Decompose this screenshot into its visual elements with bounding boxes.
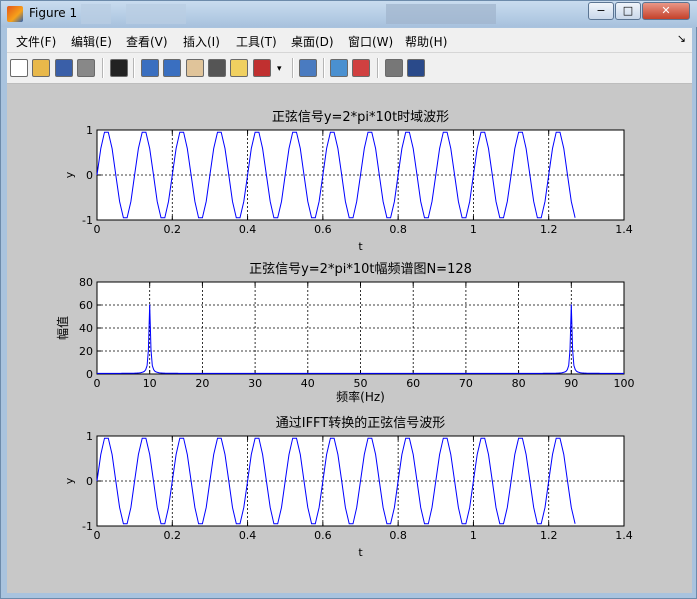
x-tick-label: 1 (470, 529, 477, 542)
x-tick-label: 0 (94, 377, 101, 390)
y-axis-label: 幅值 (55, 316, 70, 340)
x-axis-label: 频率(Hz) (336, 389, 385, 404)
toolbar-separator (377, 58, 379, 78)
menu-help[interactable]: 帮助(H) (405, 33, 447, 50)
y-tick-label: 40 (79, 322, 93, 335)
zoom-in-icon[interactable] (141, 59, 159, 77)
menu-edit[interactable]: 编辑(E) (71, 33, 112, 50)
hide-plot-tools-icon[interactable] (385, 59, 403, 77)
edit-plot-arrow-icon[interactable] (110, 59, 128, 77)
save-icon[interactable] (55, 59, 73, 77)
x-tick-label: 40 (301, 377, 315, 390)
chart-title: 通过IFFT转换的正弦信号波形 (276, 415, 446, 431)
y-tick-label: -1 (82, 214, 93, 227)
x-axis-label: t (358, 546, 363, 559)
taskbar-blur (126, 4, 186, 24)
x-tick-label: 0.2 (164, 223, 182, 236)
y-axis-label: y (63, 171, 76, 178)
y-tick-label: 0 (86, 475, 93, 488)
chart-title: 正弦信号y=2*pi*10t时域波形 (272, 109, 449, 125)
maximize-button[interactable]: □ (615, 2, 641, 20)
zoom-out-icon[interactable] (163, 59, 181, 77)
x-tick-label: 60 (406, 377, 420, 390)
taskbar-blur (386, 4, 496, 24)
data-cursor-icon[interactable] (230, 59, 248, 77)
menu-view[interactable]: 查看(V) (126, 33, 168, 50)
pan-hand-icon[interactable] (186, 59, 204, 77)
link-plot-icon[interactable] (299, 59, 317, 77)
rotate-3d-icon[interactable] (208, 59, 226, 77)
toolbar-separator (292, 58, 294, 78)
new-figure-icon[interactable] (10, 59, 28, 77)
x-tick-label: 1.4 (615, 529, 633, 542)
x-tick-label: 50 (354, 377, 368, 390)
figure-toolbar: ▾ (7, 53, 692, 84)
y-tick-label: 1 (86, 124, 93, 137)
show-plot-tools-icon[interactable] (407, 59, 425, 77)
toolbar-separator (102, 58, 104, 78)
menu-bar: 文件(F) 编辑(E) 查看(V) 插入(I) 工具(T) 桌面(D) 窗口(W… (7, 28, 692, 53)
matlab-logo-icon (7, 6, 23, 22)
x-tick-label: 10 (143, 377, 157, 390)
toolbar-separator (323, 58, 325, 78)
toolbar-separator (133, 58, 135, 78)
x-tick-label: 1.2 (540, 223, 558, 236)
y-tick-label: 20 (79, 345, 93, 358)
y-tick-label: 1 (86, 430, 93, 443)
x-tick-label: 80 (512, 377, 526, 390)
window-title: Figure 1 (29, 6, 78, 20)
menu-insert[interactable]: 插入(I) (183, 33, 220, 50)
figure-canvas: 0 0.2 0.4 0.6 0.8 1 1.2 1.4 -1 0 1 正弦信号y=2*pi*10t时域… (7, 84, 692, 593)
x-tick-label: 0 (94, 223, 101, 236)
insert-colorbar-icon[interactable] (330, 59, 348, 77)
menu-tools[interactable]: 工具(T) (236, 33, 277, 50)
x-tick-label: 30 (248, 377, 262, 390)
print-icon[interactable] (77, 59, 95, 77)
x-tick-label: 1 (470, 223, 477, 236)
x-tick-label: 0.6 (314, 223, 332, 236)
plots-svg: 0 0.2 0.4 0.6 0.8 1 1.2 1.4-101正弦信号y=2*pi*10t时域… (55, 109, 635, 559)
y-tick-label: 0 (86, 368, 93, 381)
x-axis-label: t (358, 240, 363, 253)
x-tick-label: 0.6 (314, 529, 332, 542)
x-tick-label: 0.8 (389, 223, 407, 236)
x-tick-label: 70 (459, 377, 473, 390)
y-tick-label: -1 (82, 520, 93, 533)
x-tick-label: 20 (195, 377, 209, 390)
x-tick-label: 1.2 (540, 529, 558, 542)
y-tick-label: 80 (79, 276, 93, 289)
title-bar[interactable]: Figure 1 − □ ✕ (1, 1, 697, 27)
x-tick-label: 1.4 (615, 223, 633, 236)
chart-title: 正弦信号y=2*pi*10t幅频谱图N=128 (249, 261, 472, 277)
close-button[interactable]: ✕ (642, 2, 690, 20)
x-tick-label: 0 (94, 529, 101, 542)
x-tick-label: 0.8 (389, 529, 407, 542)
minimize-button[interactable]: − (588, 2, 614, 20)
y-axis-label: y (63, 477, 76, 484)
brush-icon[interactable] (253, 59, 271, 77)
dock-arrow-icon[interactable]: ↘ (677, 32, 686, 45)
menu-window[interactable]: 窗口(W) (348, 33, 393, 50)
x-tick-label: 0.2 (164, 529, 182, 542)
x-tick-label: 0.4 (239, 529, 257, 542)
menu-file[interactable]: 文件(F) (16, 33, 56, 50)
insert-legend-icon[interactable] (352, 59, 370, 77)
x-tick-label: 100 (614, 377, 635, 390)
menu-desktop[interactable]: 桌面(D) (291, 33, 334, 50)
open-file-icon[interactable] (32, 59, 50, 77)
y-tick-label: 60 (79, 299, 93, 312)
x-tick-label: 0.4 (239, 223, 257, 236)
x-tick-label: 90 (564, 377, 578, 390)
figure-window: Figure 1 − □ ✕ 文件(F) 编辑(E) 查看(V) 插入(I) 工… (0, 0, 697, 599)
y-tick-label: 0 (86, 169, 93, 182)
brush-dropdown-icon[interactable]: ▾ (277, 64, 285, 74)
taskbar-blur (81, 4, 111, 24)
